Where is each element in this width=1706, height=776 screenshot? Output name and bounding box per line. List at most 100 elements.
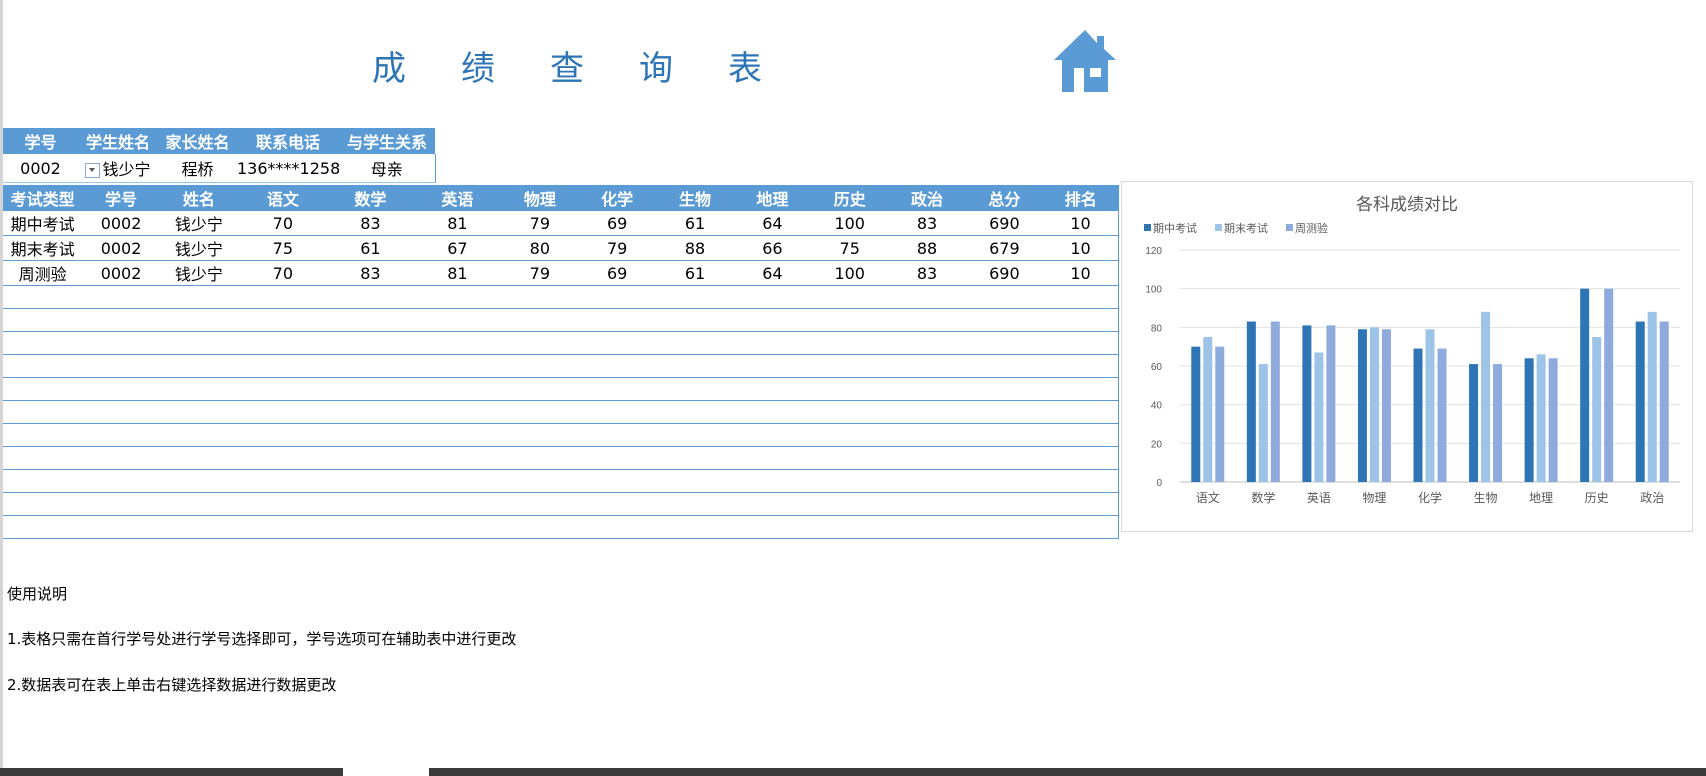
empty-cell[interactable] [238, 492, 328, 516]
empty-cell[interactable] [656, 446, 734, 470]
table-cell[interactable]: 100 [811, 260, 889, 286]
empty-cell[interactable] [413, 469, 502, 493]
empty-cell[interactable] [413, 492, 502, 516]
empty-cell[interactable] [238, 423, 328, 447]
empty-cell[interactable] [238, 308, 328, 332]
empty-cell[interactable] [1043, 469, 1120, 493]
empty-cell[interactable] [1043, 285, 1120, 309]
empty-cell[interactable] [965, 377, 1044, 401]
empty-cell[interactable] [965, 354, 1044, 378]
empty-cell[interactable] [1043, 492, 1120, 516]
empty-cell[interactable] [327, 515, 414, 539]
table-cell[interactable]: 64 [733, 260, 812, 286]
table-cell[interactable]: 10 [1043, 235, 1120, 261]
empty-cell[interactable] [413, 354, 502, 378]
empty-cell[interactable] [578, 377, 657, 401]
empty-cell[interactable] [82, 446, 160, 470]
table-cell[interactable]: 10 [1043, 260, 1120, 286]
table-cell[interactable]: 期末考试 [3, 235, 83, 261]
empty-cell[interactable] [3, 492, 83, 516]
empty-cell[interactable] [501, 285, 578, 309]
empty-cell[interactable] [159, 469, 239, 493]
empty-cell[interactable] [811, 377, 889, 401]
empty-cell[interactable] [965, 331, 1044, 355]
empty-cell[interactable] [3, 308, 83, 332]
empty-cell[interactable] [965, 492, 1044, 516]
empty-cell[interactable] [159, 308, 239, 332]
empty-cell[interactable] [733, 446, 812, 470]
empty-cell[interactable] [1043, 354, 1120, 378]
table-cell[interactable]: 64 [733, 211, 812, 236]
empty-cell[interactable] [413, 377, 502, 401]
table-cell[interactable]: 70 [238, 260, 328, 286]
empty-cell[interactable] [811, 354, 889, 378]
empty-cell[interactable] [578, 469, 657, 493]
empty-cell[interactable] [501, 469, 578, 493]
empty-cell[interactable] [811, 308, 889, 332]
table-cell[interactable]: 79 [501, 211, 578, 236]
empty-cell[interactable] [578, 515, 657, 539]
empty-cell[interactable] [965, 400, 1044, 424]
empty-cell[interactable] [413, 446, 502, 470]
empty-cell[interactable] [1043, 308, 1120, 332]
empty-cell[interactable] [82, 285, 160, 309]
empty-cell[interactable] [965, 423, 1044, 447]
empty-cell[interactable] [656, 469, 734, 493]
empty-cell[interactable] [327, 446, 414, 470]
table-cell[interactable]: 100 [811, 211, 889, 236]
empty-cell[interactable] [327, 308, 414, 332]
empty-cell[interactable] [238, 285, 328, 309]
table-cell[interactable]: 10 [1043, 211, 1120, 236]
score-comparison-chart[interactable]: 各科成绩对比 期中考试 期末考试 周测验 0 20 40 60 80 100 120 语文 数学 英语 物理… [1121, 181, 1693, 532]
empty-cell[interactable] [578, 492, 657, 516]
empty-cell[interactable] [1043, 423, 1120, 447]
empty-cell[interactable] [578, 423, 657, 447]
empty-cell[interactable] [238, 469, 328, 493]
table-cell[interactable]: 69 [578, 211, 657, 236]
table-cell[interactable]: 0002 [82, 235, 160, 261]
empty-cell[interactable] [327, 400, 414, 424]
empty-cell[interactable] [3, 446, 83, 470]
empty-cell[interactable] [811, 446, 889, 470]
empty-cell[interactable] [327, 285, 414, 309]
table-cell[interactable]: 79 [578, 235, 657, 261]
table-cell[interactable]: 钱少宁 [159, 260, 239, 286]
empty-cell[interactable] [965, 285, 1044, 309]
table-cell[interactable]: 周测验 [3, 260, 83, 286]
empty-cell[interactable] [3, 423, 83, 447]
empty-cell[interactable] [238, 400, 328, 424]
empty-cell[interactable] [3, 400, 83, 424]
empty-cell[interactable] [733, 377, 812, 401]
table-cell[interactable]: 61 [656, 260, 734, 286]
empty-cell[interactable] [1043, 515, 1120, 539]
empty-cell[interactable] [413, 400, 502, 424]
empty-cell[interactable] [413, 308, 502, 332]
empty-cell[interactable] [159, 515, 239, 539]
empty-cell[interactable] [733, 331, 812, 355]
empty-cell[interactable] [656, 400, 734, 424]
empty-cell[interactable] [811, 423, 889, 447]
empty-cell[interactable] [3, 515, 83, 539]
empty-cell[interactable] [656, 423, 734, 447]
empty-cell[interactable] [159, 492, 239, 516]
empty-cell[interactable] [733, 492, 812, 516]
empty-cell[interactable] [733, 354, 812, 378]
empty-cell[interactable] [413, 285, 502, 309]
empty-cell[interactable] [82, 354, 160, 378]
table-cell[interactable]: 66 [733, 235, 812, 261]
table-cell[interactable]: 钱少宁 [159, 235, 239, 261]
empty-cell[interactable] [888, 354, 966, 378]
empty-cell[interactable] [238, 515, 328, 539]
table-cell[interactable]: 83 [327, 211, 414, 236]
empty-cell[interactable] [733, 308, 812, 332]
parent-name-cell[interactable]: 程桥 [158, 154, 237, 183]
empty-cell[interactable] [965, 308, 1044, 332]
empty-cell[interactable] [3, 331, 83, 355]
empty-cell[interactable] [578, 400, 657, 424]
table-cell[interactable]: 88 [888, 235, 966, 261]
empty-cell[interactable] [888, 331, 966, 355]
empty-cell[interactable] [733, 400, 812, 424]
empty-cell[interactable] [1043, 377, 1120, 401]
empty-cell[interactable] [82, 331, 160, 355]
table-cell[interactable]: 期中考试 [3, 211, 83, 236]
